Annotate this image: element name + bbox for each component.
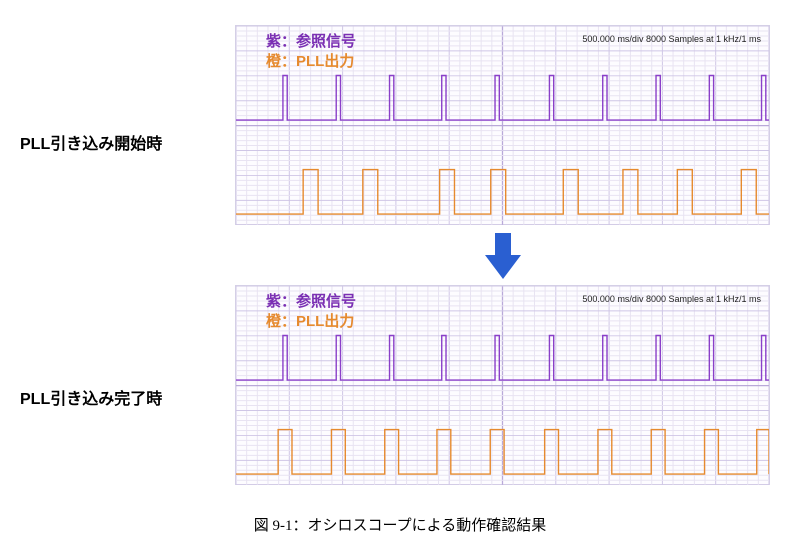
timebase-done: 500.000 ms/div 8000 Samples at 1 kHz/1 m… — [582, 294, 761, 304]
label-pll-done: PLL引き込み完了時 — [20, 385, 162, 409]
legend-done: 紫：参照信号 橙：PLL出力 — [266, 292, 356, 333]
legend-pll: 橙：PLL出力 — [266, 312, 356, 332]
legend-ref: 紫：参照信号 — [266, 292, 356, 312]
legend-pll: 橙：PLL出力 — [266, 52, 356, 72]
arrow-down-icon — [485, 233, 521, 279]
figure-caption: 図 9-1：オシロスコープによる動作確認結果 — [0, 514, 800, 535]
scope-done: 紫：参照信号 橙：PLL出力 500.000 ms/div 8000 Sampl… — [235, 285, 770, 485]
scope-start: 紫：参照信号 橙：PLL出力 500.000 ms/div 8000 Sampl… — [235, 25, 770, 225]
legend-start: 紫：参照信号 橙：PLL出力 — [266, 32, 356, 73]
label-pll-start: PLL引き込み開始時 — [20, 130, 162, 154]
legend-ref: 紫：参照信号 — [266, 32, 356, 52]
timebase-start: 500.000 ms/div 8000 Samples at 1 kHz/1 m… — [582, 34, 761, 44]
